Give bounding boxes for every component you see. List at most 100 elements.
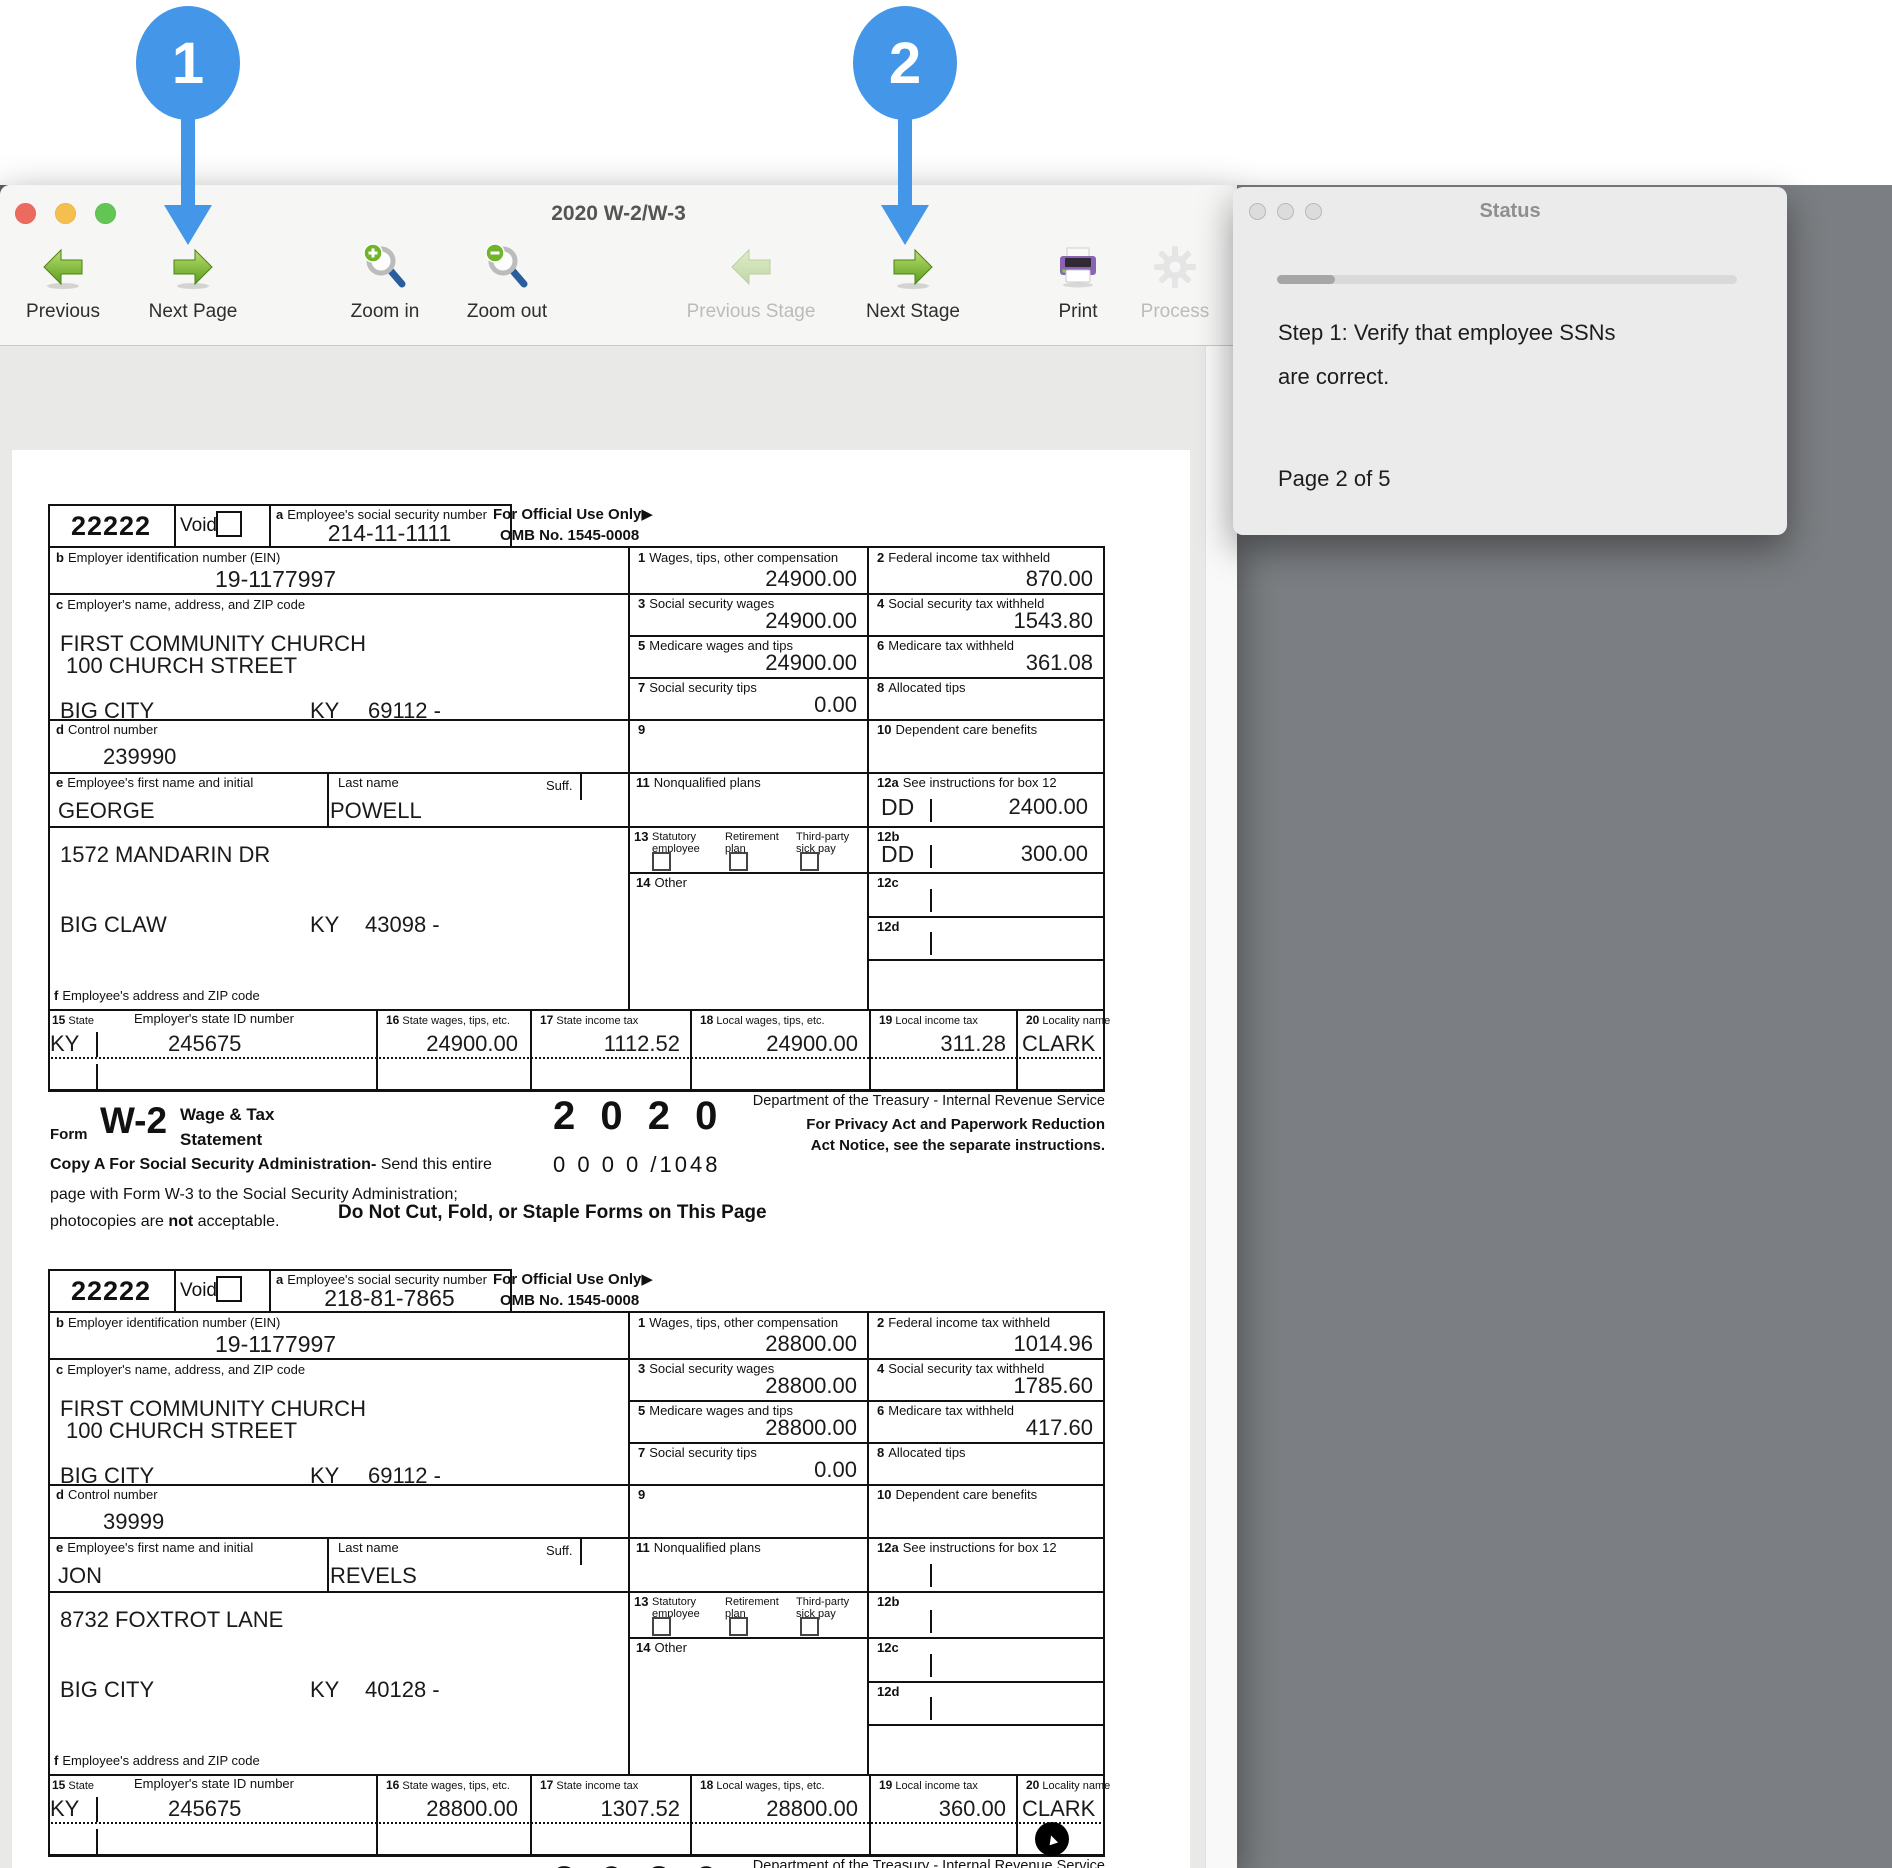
box2-value: 870.00 [1026, 566, 1093, 592]
form-line [48, 504, 510, 506]
box7-value: 0.00 [814, 692, 857, 718]
form-line [174, 504, 176, 548]
box12a-bar [930, 799, 932, 822]
box20-label: 20Locality name [1026, 1778, 1110, 1792]
form-line [530, 1774, 532, 1857]
box12c-bar [930, 1654, 932, 1677]
employee-city: BIG CLAW [60, 912, 167, 938]
box12b-code: DD [881, 841, 914, 868]
next-page-button[interactable]: Next Page [133, 243, 253, 335]
zoom-in-label: Zoom in [351, 301, 420, 323]
retirement-label-1: Retirement [725, 831, 779, 843]
footer-year: 2 0 2 0 [553, 1094, 724, 1139]
footer-copy3: photocopies are not acceptable. [50, 1213, 279, 1231]
statutory-label-1: Statutory [652, 831, 696, 843]
box12d-label: 12d [877, 1684, 903, 1699]
thirdparty-label-1: Third-party [796, 1596, 849, 1608]
form-line [1016, 1009, 1018, 1092]
form-line [48, 593, 1105, 595]
box17-label: 17State income tax [540, 1013, 638, 1027]
box14-label: 14Other [636, 875, 687, 890]
statutory-checkbox [652, 852, 671, 871]
employer-state: KY [310, 1463, 339, 1489]
first-name-value: JON [58, 1563, 102, 1589]
box13-label: 13 [634, 1594, 652, 1609]
box12d-bar [930, 1697, 932, 1720]
box-b-label: bEmployer identification number (EIN) [56, 1315, 280, 1330]
box4-value: 1543.80 [1013, 608, 1093, 634]
status-step-line2: are correct. [1278, 355, 1389, 399]
progress-fill [1277, 275, 1335, 284]
box8-label: 8Allocated tips [877, 1445, 966, 1460]
thirdparty-label-1: Third-party [796, 831, 849, 843]
form-line [48, 1311, 1105, 1313]
box12a-bar [930, 1564, 932, 1587]
footer-year: 2 0 2 0 [553, 1859, 724, 1868]
box12d-label: 12d [877, 919, 903, 934]
callout-arrow-1-shaft [181, 116, 195, 206]
next-stage-label: Next Stage [866, 301, 960, 323]
box9-label: 9 [638, 722, 649, 737]
void-label: Void [180, 1280, 217, 1302]
status-window-title: Status [1233, 200, 1787, 223]
box-b-label: bEmployer identification number (EIN) [56, 550, 280, 565]
ssn-value: 218-81-7865 [269, 1285, 510, 1312]
retirement-checkbox [729, 1617, 748, 1636]
zoom-out-label: Zoom out [467, 301, 547, 323]
box19-value: 360.00 [939, 1796, 1006, 1822]
box14-label: 14Other [636, 1640, 687, 1655]
form-line [1103, 1311, 1105, 1857]
state15-value: KY [50, 1796, 79, 1822]
next-page-label: Next Page [149, 301, 238, 323]
form-line [869, 1009, 871, 1092]
scrollbar[interactable] [1205, 346, 1237, 1868]
box12b-amount: 300.00 [1021, 841, 1088, 867]
employer-city: BIG CITY [60, 698, 154, 724]
zoom-in-button[interactable]: Zoom in [330, 243, 440, 335]
thirdparty-checkbox [800, 1617, 819, 1636]
box16-label: 16State wages, tips, etc. [386, 1778, 510, 1792]
callout-arrow-1-head [164, 205, 212, 245]
statutory-checkbox [652, 1617, 671, 1636]
box18-value: 28800.00 [766, 1796, 858, 1822]
box6-label: 6Medicare tax withheld [877, 638, 1014, 653]
box12b-label: 12b [877, 1594, 903, 1609]
arrow-left-icon [727, 243, 775, 291]
main-window: 2020 W-2/W-3 Previous Next Page [0, 185, 1237, 1868]
form-line [48, 1537, 1105, 1539]
form-line [530, 1009, 532, 1092]
retirement-checkbox [729, 852, 748, 871]
box-c-label: cEmployer's name, address, and ZIP code [56, 1362, 305, 1377]
box4-value: 1785.60 [1013, 1373, 1093, 1399]
thirdparty-checkbox [800, 852, 819, 871]
box2-label: 2Federal income tax withheld [877, 1315, 1050, 1330]
form-line [867, 546, 869, 1011]
box18-label: 18Local wages, tips, etc. [700, 1778, 825, 1792]
box8-label: 8Allocated tips [877, 680, 966, 695]
print-button[interactable]: Print [1028, 243, 1128, 335]
form-line [96, 1064, 98, 1089]
form-line [690, 1009, 692, 1092]
form-line [48, 1269, 50, 1857]
zoom-out-button[interactable]: Zoom out [447, 243, 567, 335]
box7-label: 7Social security tips [638, 1445, 757, 1460]
box1-value: 28800.00 [765, 1331, 857, 1357]
omb-label: OMB No. 1545-0008 [500, 1292, 639, 1309]
employer-street: 100 CHURCH STREET [66, 653, 297, 679]
form-line [48, 826, 1105, 828]
box-f-label: fEmployee's address and ZIP code [54, 1753, 260, 1768]
footer-wage2: Statement [180, 1130, 262, 1150]
state-id-value: 245675 [168, 1031, 241, 1057]
statutory-label-1: Statutory [652, 1596, 696, 1608]
employer-zip: 69112 - [368, 1463, 441, 1489]
official-use-label: For Official Use Only▶ [493, 505, 653, 523]
box-d-label: dControl number [56, 722, 158, 737]
employer-street: 100 CHURCH STREET [66, 1418, 297, 1444]
footer-privacy2: Act Notice, see the separate instruction… [811, 1137, 1105, 1154]
document-viewport: 22222 Void aEmployee's social security n… [0, 346, 1237, 1868]
form-line [96, 1829, 98, 1854]
box5-value: 28800.00 [765, 1415, 857, 1441]
next-stage-button[interactable]: Next Stage [843, 243, 983, 335]
employer-city: BIG CITY [60, 1463, 154, 1489]
previous-button[interactable]: Previous [8, 243, 118, 335]
